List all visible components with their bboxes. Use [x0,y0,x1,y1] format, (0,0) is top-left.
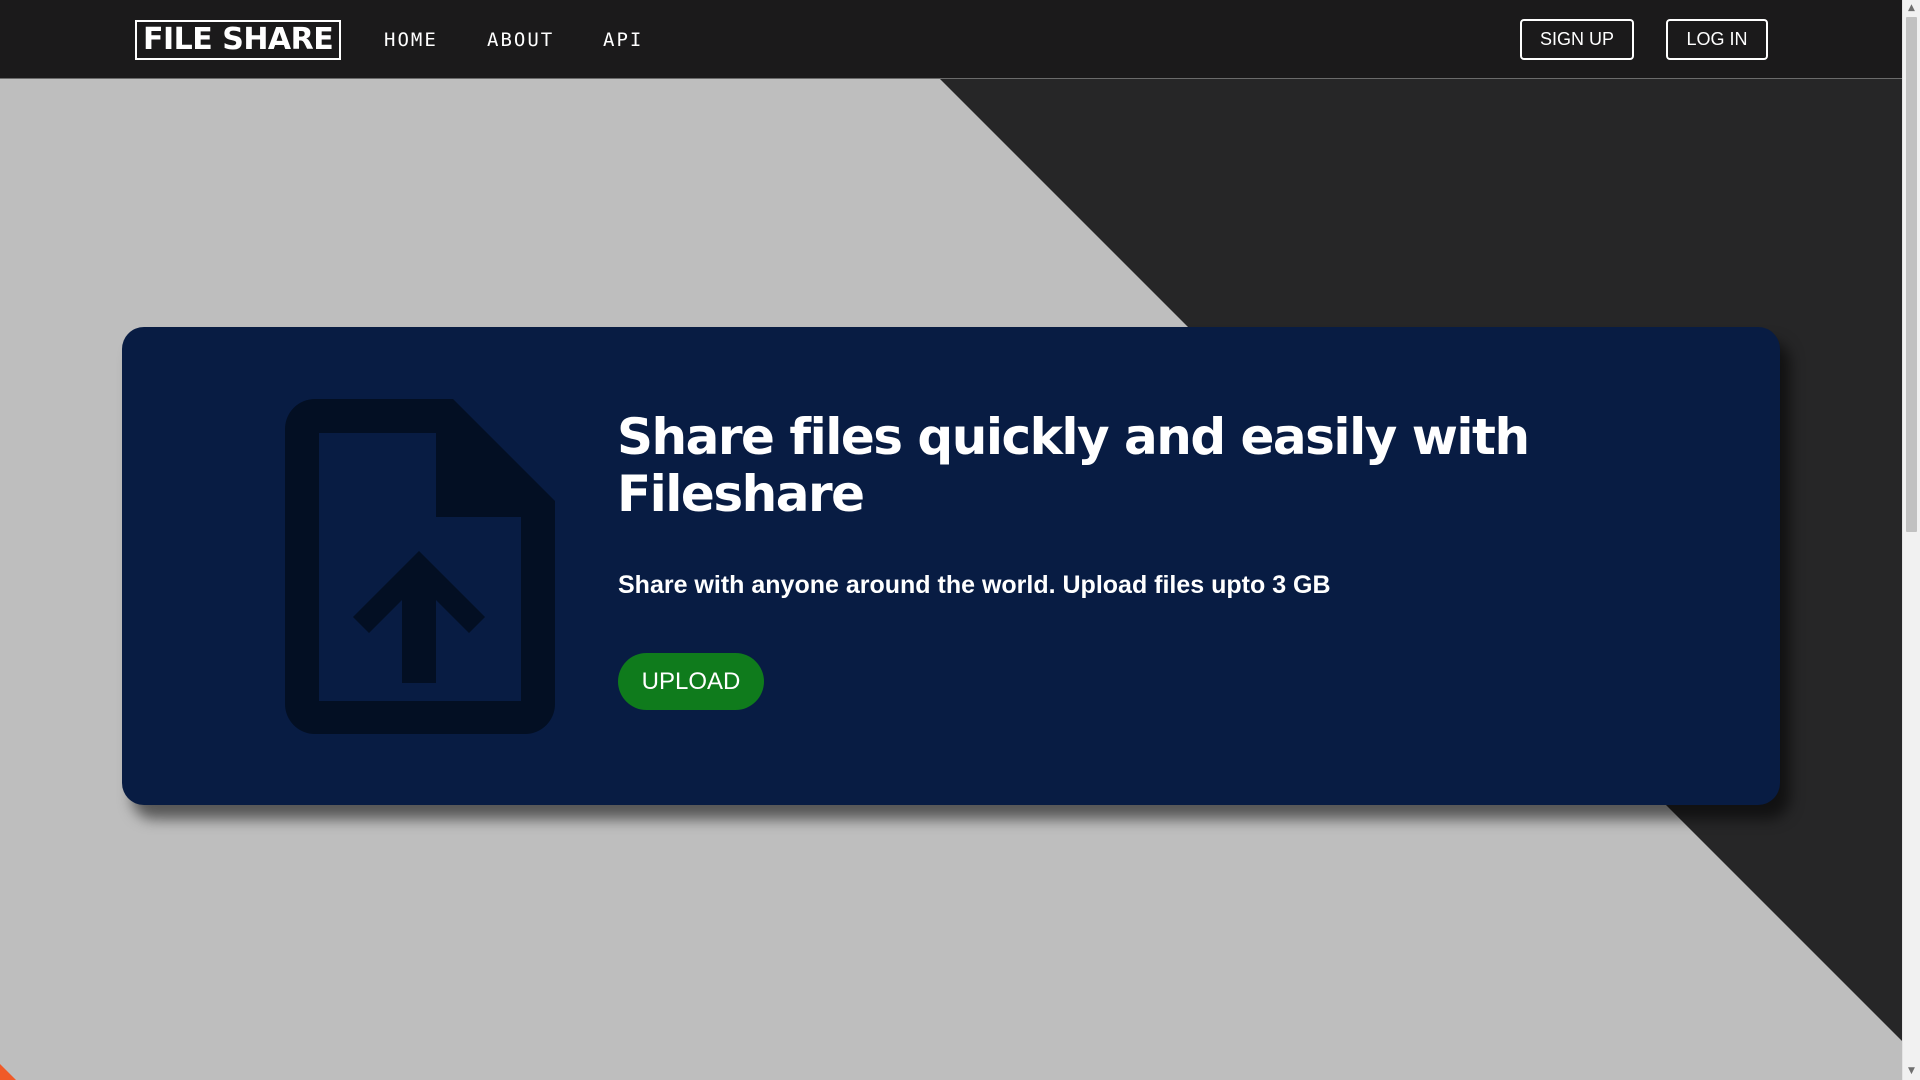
scroll-down-arrow-icon[interactable]: ▼ [1903,1063,1920,1080]
background-corner-accent [0,1064,16,1080]
nav-link-home[interactable]: HOME [384,28,438,52]
sign-up-button[interactable]: SIGN UP [1520,19,1634,60]
scrollbar-thumb[interactable] [1906,17,1917,532]
upload-button[interactable]: UPLOAD [618,653,764,710]
hero-subtitle: Share with anyone around the world. Uplo… [618,571,1331,599]
log-in-button[interactable]: LOG IN [1666,19,1768,60]
vertical-scrollbar[interactable]: ▲ ▼ [1902,0,1920,1080]
top-navbar: FILE SHARE HOME ABOUT API SIGN UP LOG IN [0,0,1902,79]
up-arrow-shape [353,551,485,683]
scroll-up-arrow-icon[interactable]: ▲ [1903,0,1920,17]
nav-link-about[interactable]: ABOUT [487,28,554,52]
site-logo[interactable]: FILE SHARE [135,20,342,60]
hero-card: Share files quickly and easily with File… [122,327,1780,805]
nav-link-api[interactable]: API [603,28,643,52]
upload-file-icon [285,399,555,734]
hero-title: Share files quickly and easily with File… [617,408,1530,523]
